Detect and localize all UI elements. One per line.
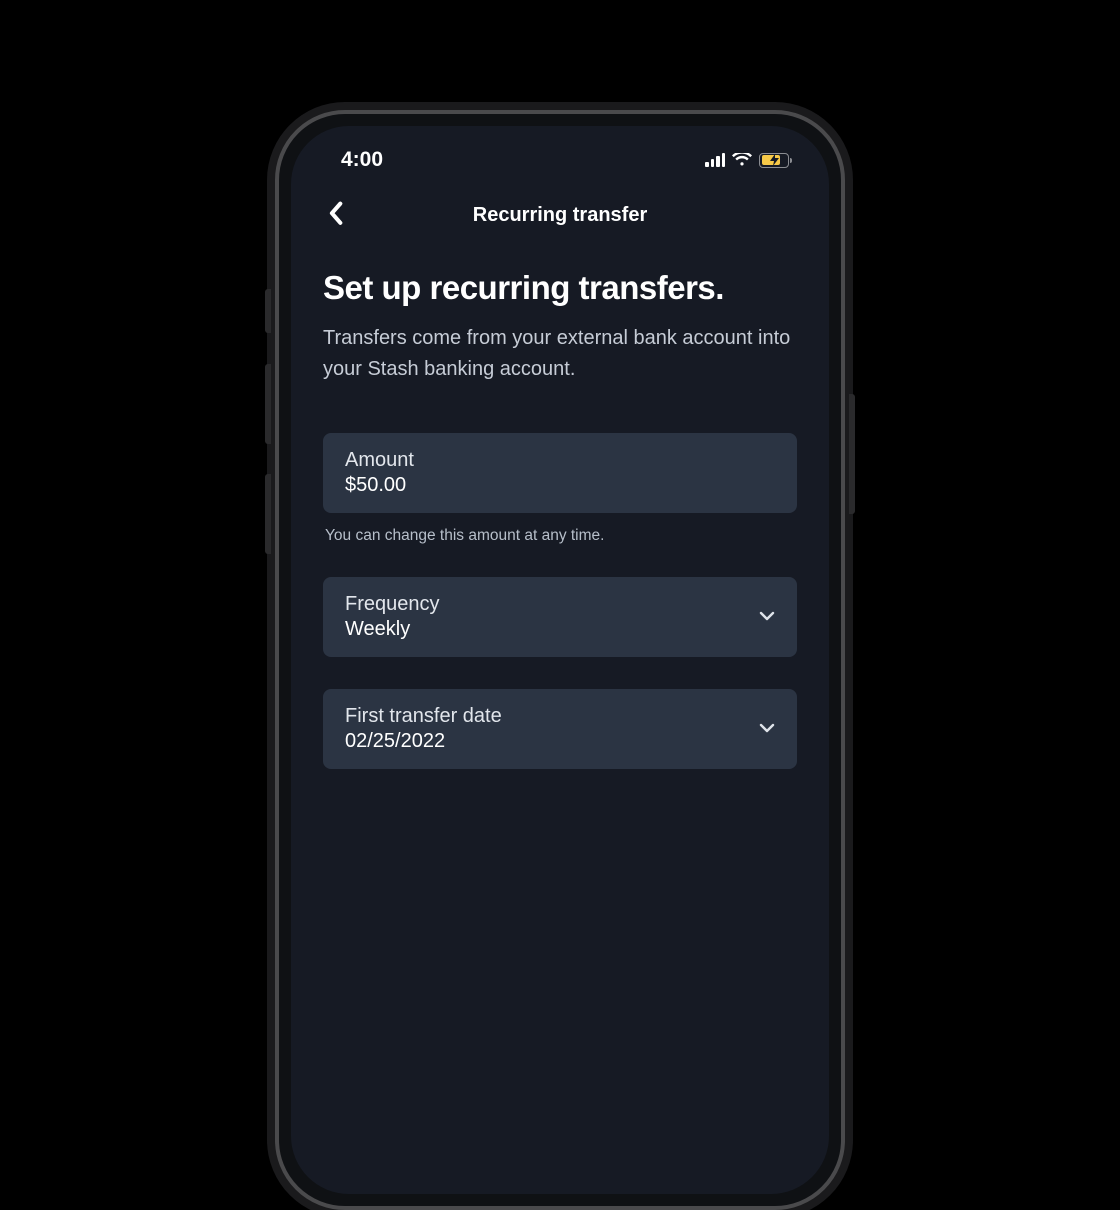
frequency-field[interactable]: Frequency Weekly — [323, 577, 797, 657]
phone-screen: 4:00 — [291, 126, 829, 1194]
amount-field[interactable]: Amount $50.00 — [323, 433, 797, 513]
phone-side-button — [265, 474, 271, 554]
page-subheading: Transfers come from your external bank a… — [323, 323, 797, 385]
chevron-left-icon — [327, 201, 344, 225]
amount-helper-text: You can change this amount at any time. — [325, 527, 797, 545]
phone-frame: 4:00 — [275, 110, 845, 1210]
first-transfer-date-value: 02/25/2022 — [345, 730, 502, 753]
status-time: 4:00 — [341, 148, 383, 172]
status-bar: 4:00 — [291, 126, 829, 178]
frequency-label: Frequency — [345, 593, 440, 616]
amount-value: $50.00 — [345, 474, 414, 497]
frequency-value: Weekly — [345, 618, 440, 641]
field-group: Amount $50.00 You can change this amount… — [323, 433, 797, 769]
back-button[interactable] — [319, 197, 351, 229]
phone-power-button — [849, 394, 855, 514]
nav-title: Recurring transfer — [473, 204, 648, 227]
amount-label: Amount — [345, 449, 414, 472]
wifi-icon — [732, 153, 752, 167]
first-transfer-date-field[interactable]: First transfer date 02/25/2022 — [323, 689, 797, 769]
cellular-signal-icon — [705, 153, 725, 167]
page-heading: Set up recurring transfers. — [323, 269, 797, 307]
status-right — [705, 153, 789, 168]
battery-charging-icon — [759, 153, 789, 168]
chevron-down-icon — [759, 720, 775, 738]
first-transfer-date-label: First transfer date — [345, 705, 502, 728]
chevron-down-icon — [759, 608, 775, 626]
content: Set up recurring transfers. Transfers co… — [291, 241, 829, 769]
nav-bar: Recurring transfer — [291, 178, 829, 241]
